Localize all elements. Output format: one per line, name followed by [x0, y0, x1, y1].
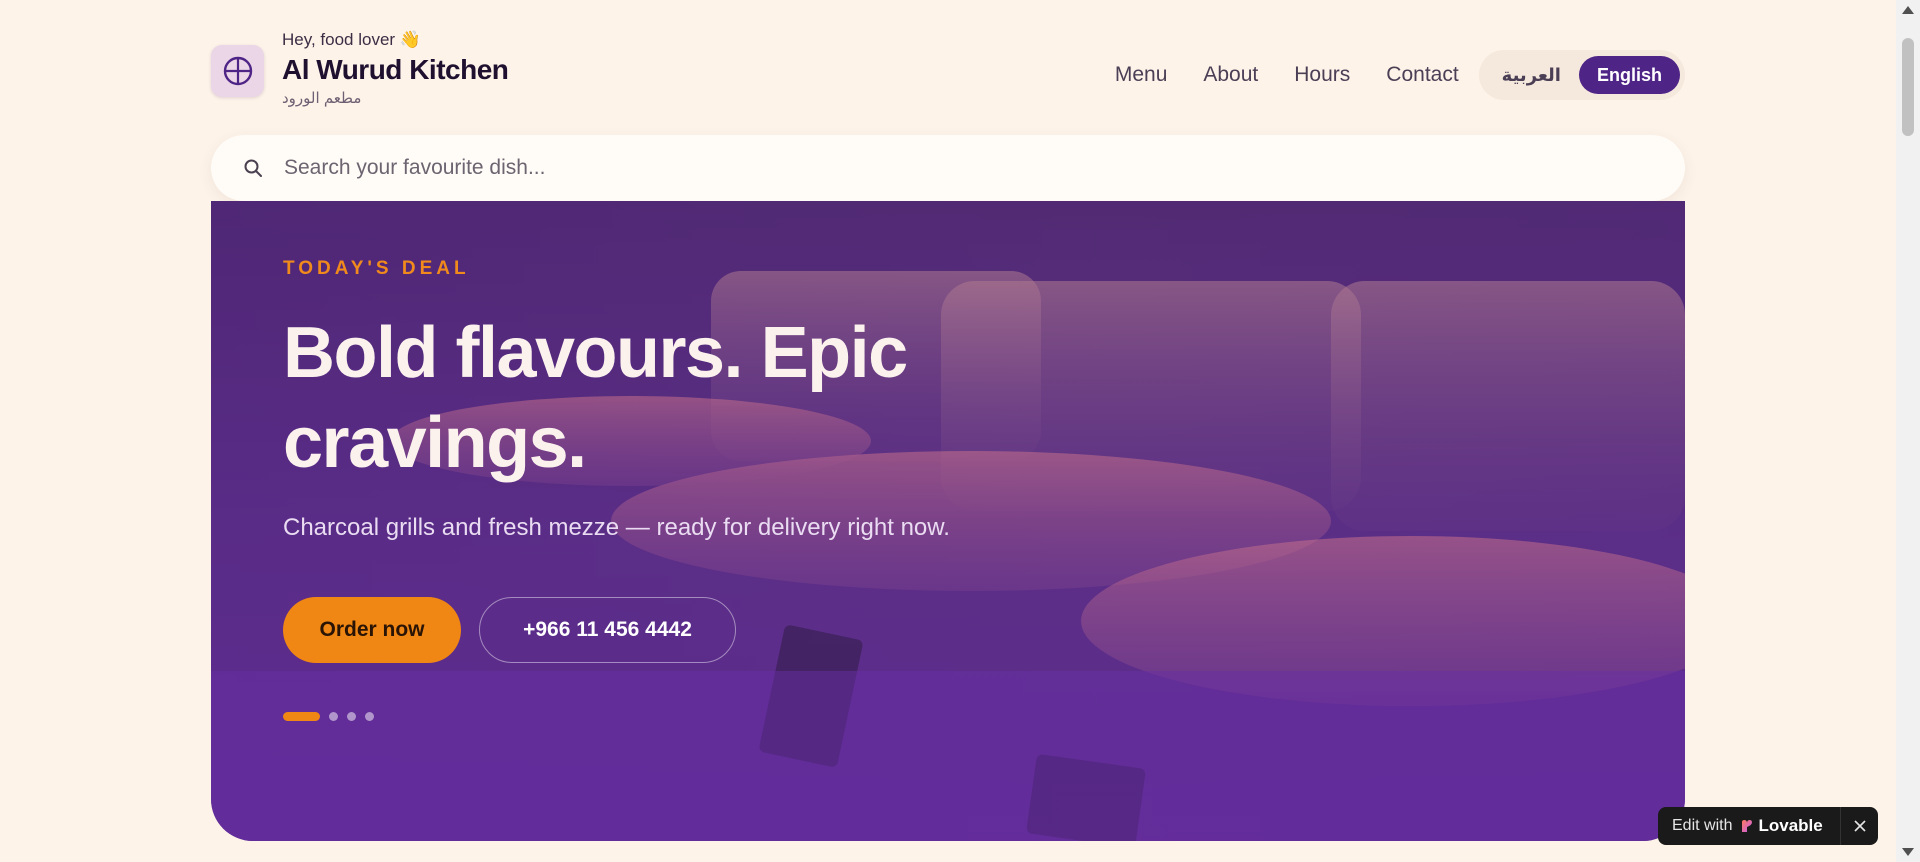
scroll-down-arrow[interactable]: [1902, 848, 1914, 856]
brand-name-arabic: مطعم الورود: [282, 90, 362, 107]
lang-arabic-button[interactable]: العربية: [1484, 56, 1579, 94]
nav-contact[interactable]: Contact: [1386, 63, 1458, 87]
nav-about[interactable]: About: [1203, 63, 1258, 87]
search-icon: [244, 159, 262, 177]
language-switcher: العربية English: [1478, 50, 1685, 100]
scroll-up-arrow[interactable]: [1902, 6, 1914, 14]
hero-subline: Charcoal grills and fresh mezze — ready …: [283, 514, 950, 541]
close-icon: [1853, 820, 1866, 832]
search-input[interactable]: [284, 156, 1584, 180]
main-nav: Menu About Hours Contact العربية English: [1115, 50, 1685, 100]
badge-brand: Lovable: [1758, 816, 1823, 835]
carousel-dot-2[interactable]: [329, 712, 338, 721]
scroll-thumb[interactable]: [1902, 38, 1914, 136]
lovable-heart-icon: [1742, 820, 1753, 832]
carousel-dot-3[interactable]: [347, 712, 356, 721]
badge-prefix: Edit with: [1672, 817, 1733, 834]
lang-english-button[interactable]: English: [1578, 56, 1680, 94]
carousel-dot-1[interactable]: [283, 712, 320, 721]
carousel-indicators: [283, 712, 383, 721]
carousel-dot-4[interactable]: [365, 712, 374, 721]
nav-hours[interactable]: Hours: [1294, 63, 1350, 87]
brand-name: Al Wurud Kitchen: [282, 54, 509, 85]
phone-call-button[interactable]: +966 11 456 4442: [479, 597, 736, 663]
greeting: Hey, food lover 👋: [282, 30, 421, 49]
hero-banner: TODAY'S DEAL Bold flavours. Epic craving…: [211, 201, 1685, 841]
hero-eyebrow: TODAY'S DEAL: [283, 258, 470, 279]
page-scrollbar[interactable]: [1896, 0, 1920, 862]
brand[interactable]: Hey, food lover 👋 Al Wurud Kitchen مطعم …: [211, 28, 509, 110]
edit-with-lovable-badge[interactable]: Edit with Lovable: [1658, 807, 1878, 845]
nav-menu[interactable]: Menu: [1115, 63, 1168, 87]
site-header: Hey, food lover 👋 Al Wurud Kitchen مطعم …: [211, 28, 1685, 114]
globe-icon: [223, 56, 252, 86]
logo[interactable]: [211, 45, 264, 97]
hero-headline: Bold flavours. Epic cravings.: [283, 313, 908, 483]
search-bar: [211, 135, 1685, 201]
close-badge-button[interactable]: [1840, 807, 1878, 845]
order-now-button[interactable]: Order now: [283, 597, 461, 663]
